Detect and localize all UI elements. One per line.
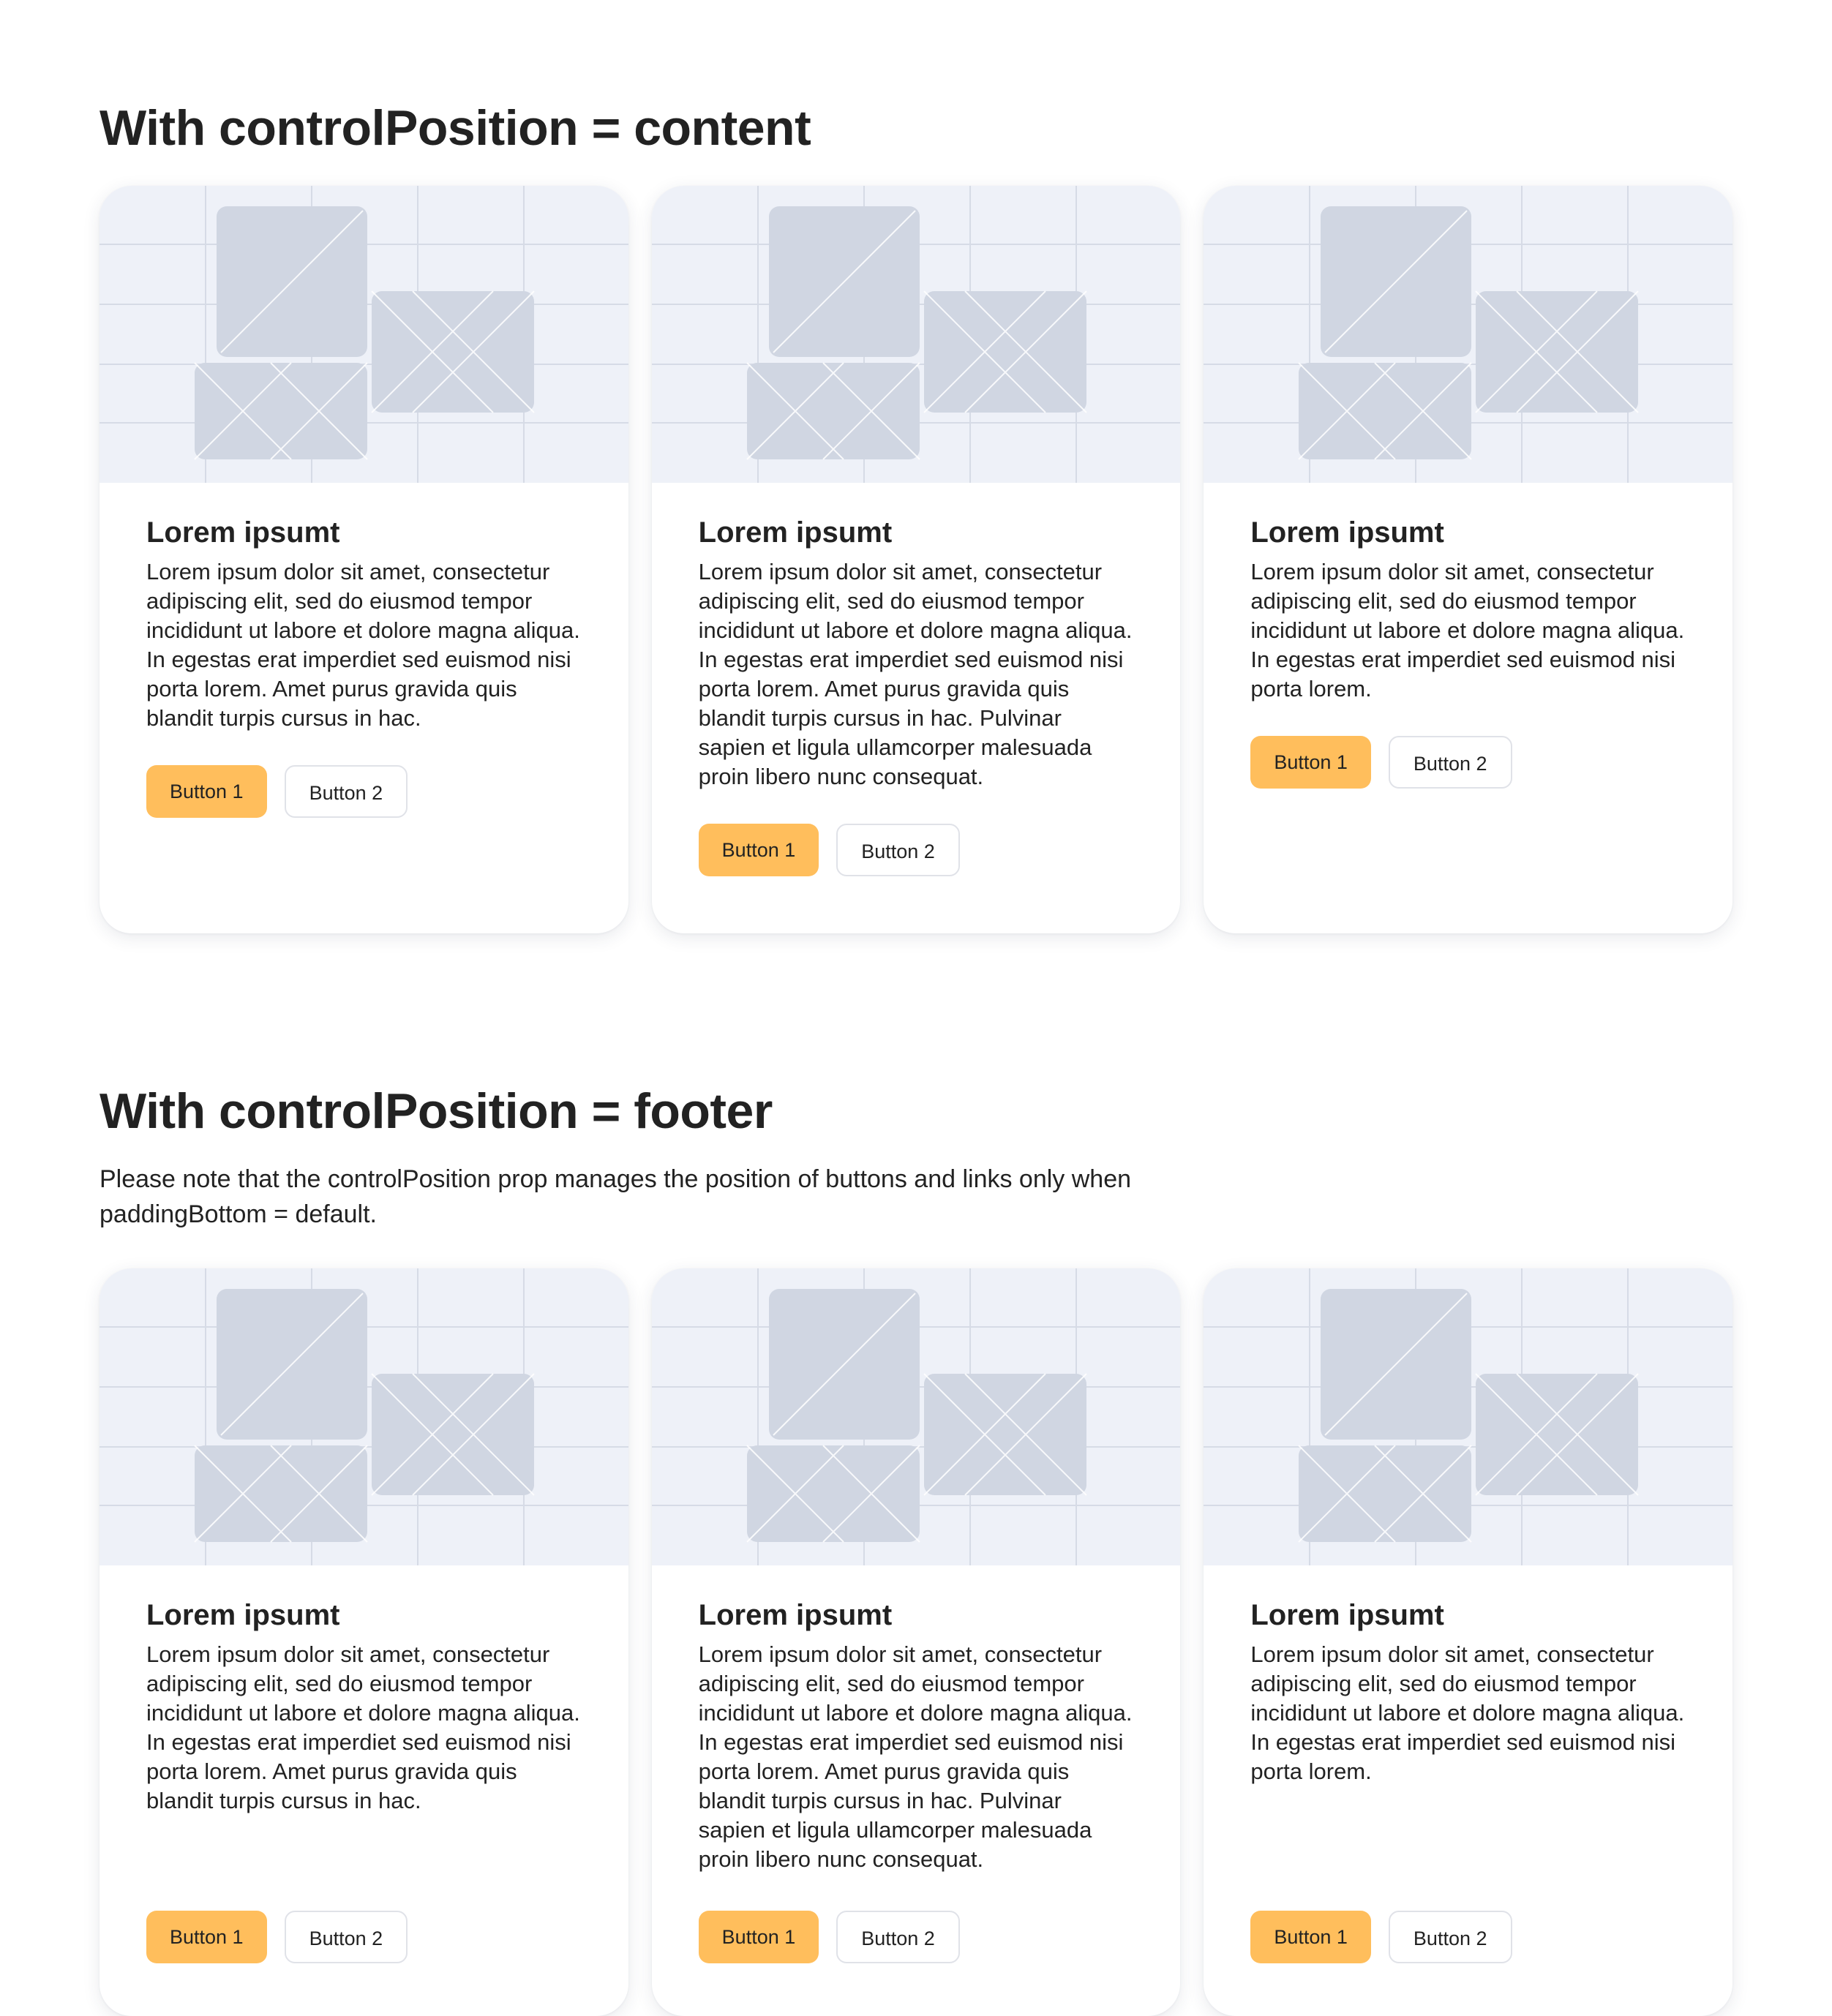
card-controls: Button 1 Button 2 xyxy=(698,824,1134,876)
card-title: Lorem ipsumt xyxy=(146,516,340,549)
card-controls: Button 1 Button 2 xyxy=(1250,1911,1686,1963)
card-text: Lorem ipsum dolor sit amet, consectetur … xyxy=(146,1641,580,1813)
button-1[interactable]: Button 1 xyxy=(698,824,819,876)
card-title: Lorem ipsumt xyxy=(698,516,893,549)
image-placeholder-icon xyxy=(1204,1268,1733,1565)
button-1[interactable]: Button 1 xyxy=(1250,1911,1371,1963)
image-placeholder-icon xyxy=(100,1268,628,1565)
button-2[interactable]: Button 2 xyxy=(284,765,408,818)
card-title: Lorem ipsumt xyxy=(698,1599,893,1631)
button-2[interactable]: Button 2 xyxy=(1388,1911,1512,1963)
card-text: Lorem ipsum dolor sit amet, consectetur … xyxy=(1250,1641,1685,1784)
card-body: Lorem ipsumt Lorem ipsum dolor sit amet,… xyxy=(652,1565,1181,2016)
card-text: Lorem ipsum dolor sit amet, consectetur … xyxy=(698,1641,1133,1872)
button-1[interactable]: Button 1 xyxy=(698,1911,819,1963)
button-1[interactable]: Button 1 xyxy=(146,765,267,818)
section-title: With controlPosition = footer xyxy=(100,1083,773,1139)
image-placeholder-icon xyxy=(100,186,628,483)
card-controls: Button 1 Button 2 xyxy=(146,1911,582,1963)
card-title: Lorem ipsumt xyxy=(1250,516,1444,549)
card-text: Lorem ipsum dolor sit amet, consectetur … xyxy=(1250,559,1685,702)
button-2[interactable]: Button 2 xyxy=(836,1911,960,1963)
card-controls: Button 1 Button 2 xyxy=(698,1911,1134,1963)
card: Lorem ipsumt Lorem ipsum dolor sit amet,… xyxy=(1204,186,1733,933)
section-control-position-footer: With controlPosition = footer Please not… xyxy=(100,1080,1733,2016)
card-title: Lorem ipsumt xyxy=(146,1599,340,1631)
card-body: Lorem ipsumt Lorem ipsum dolor sit amet,… xyxy=(1204,1565,1732,2016)
card: Lorem ipsumt Lorem ipsum dolor sit amet,… xyxy=(651,186,1181,933)
card-row: Lorem ipsumt Lorem ipsum dolor sit amet,… xyxy=(100,186,1733,933)
button-2[interactable]: Button 2 xyxy=(284,1911,408,1963)
image-placeholder-icon xyxy=(651,186,1181,483)
section-control-position-content: With controlPosition = content Lorem ips… xyxy=(100,97,1733,933)
button-1[interactable]: Button 1 xyxy=(1250,736,1371,789)
card: Lorem ipsumt Lorem ipsum dolor sit amet,… xyxy=(100,186,628,933)
image-placeholder-icon xyxy=(1204,186,1733,483)
card-body: Lorem ipsumt Lorem ipsum dolor sit amet,… xyxy=(100,483,628,933)
card-body: Lorem ipsumt Lorem ipsum dolor sit amet,… xyxy=(100,1565,628,2016)
card: Lorem ipsumt Lorem ipsum dolor sit amet,… xyxy=(1204,1268,1733,2016)
button-2[interactable]: Button 2 xyxy=(836,824,960,876)
card-controls: Button 1 Button 2 xyxy=(1250,736,1686,789)
image-placeholder-icon xyxy=(651,1268,1181,1565)
card-text: Lorem ipsum dolor sit amet, consectetur … xyxy=(146,559,580,731)
section-note: Please note that the controlPosition pro… xyxy=(100,1165,1132,1228)
card: Lorem ipsumt Lorem ipsum dolor sit amet,… xyxy=(100,1268,628,2016)
card-title: Lorem ipsumt xyxy=(1250,1599,1444,1631)
card-controls: Button 1 Button 2 xyxy=(146,765,582,818)
button-1[interactable]: Button 1 xyxy=(146,1911,267,1963)
card-row: Lorem ipsumt Lorem ipsum dolor sit amet,… xyxy=(100,1268,1733,2016)
button-2[interactable]: Button 2 xyxy=(1388,736,1512,789)
card-body: Lorem ipsumt Lorem ipsum dolor sit amet,… xyxy=(1204,483,1732,933)
section-title: With controlPosition = content xyxy=(100,100,811,156)
card-text: Lorem ipsum dolor sit amet, consectetur … xyxy=(698,559,1133,789)
card: Lorem ipsumt Lorem ipsum dolor sit amet,… xyxy=(651,1268,1181,2016)
card-body: Lorem ipsumt Lorem ipsum dolor sit amet,… xyxy=(652,483,1181,933)
